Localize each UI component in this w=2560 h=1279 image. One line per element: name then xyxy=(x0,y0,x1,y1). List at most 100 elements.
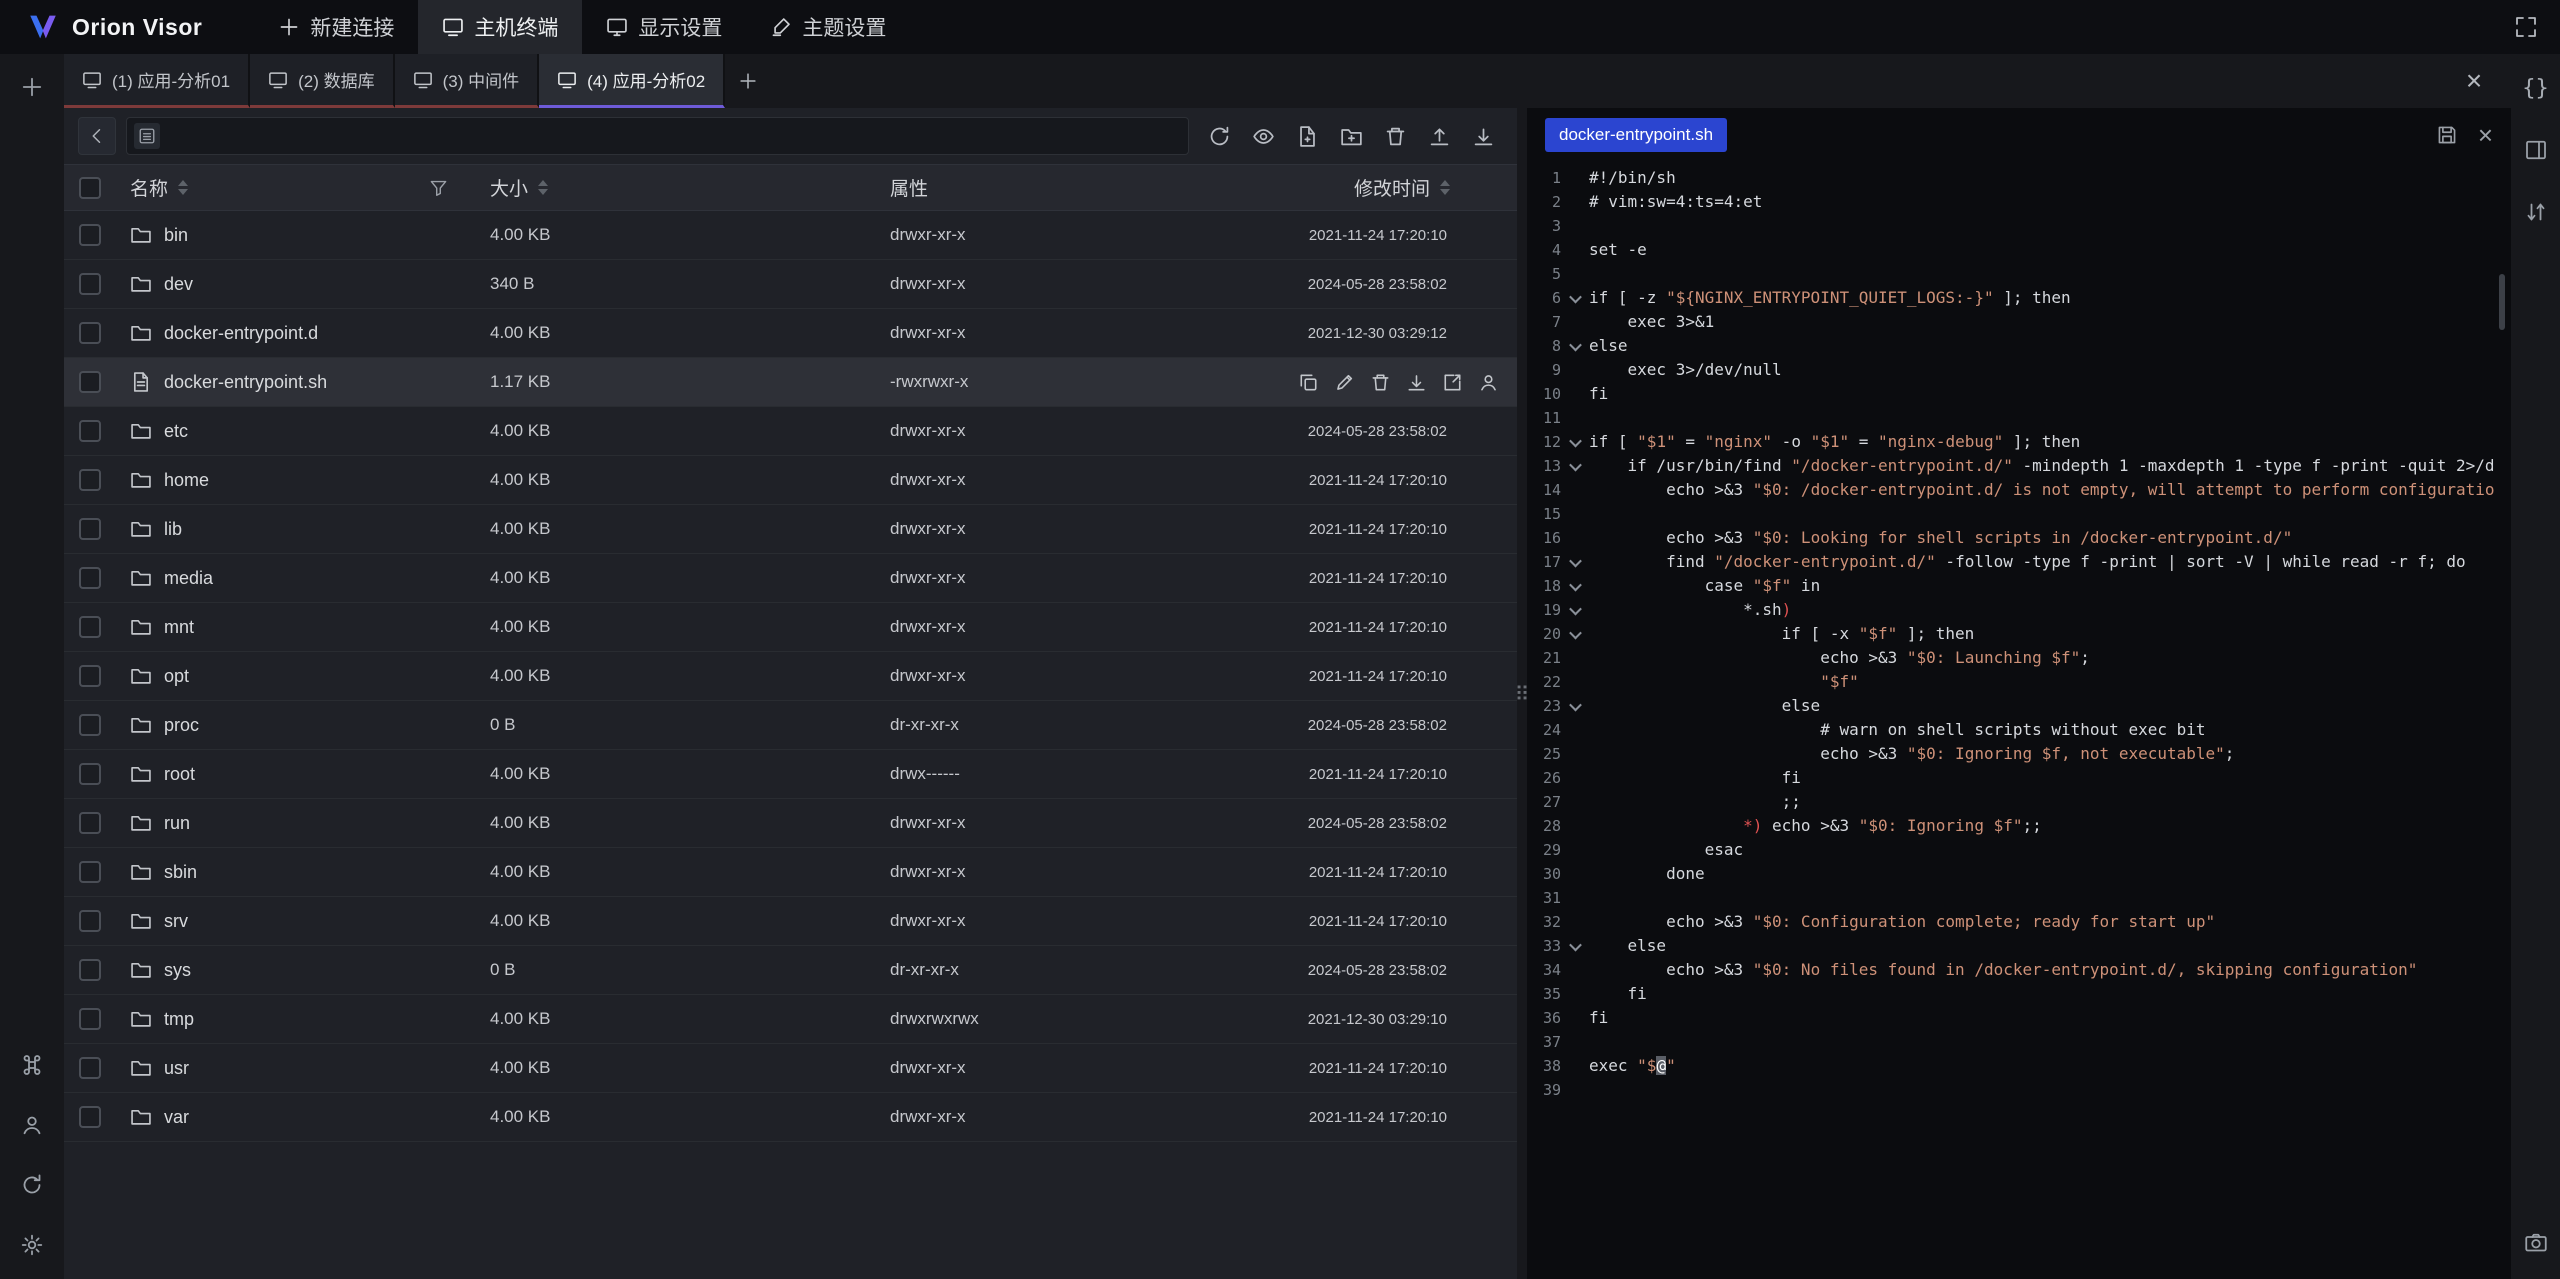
fold-toggle-icon[interactable] xyxy=(1561,574,1589,598)
row-checkbox[interactable] xyxy=(79,469,101,491)
select-all-checkbox[interactable] xyxy=(79,177,101,199)
file-row[interactable]: srv4.00 KBdrwxr-xr-x2021-11-24 17:20:10 xyxy=(64,897,1517,946)
file-row[interactable]: docker-entrypoint.sh1.17 KB-rwxrwxr-x xyxy=(64,358,1517,407)
fullscreen-icon[interactable] xyxy=(2514,15,2538,39)
fold-toggle-icon[interactable] xyxy=(1561,334,1589,358)
session-tab[interactable]: (4) 应用-分析02 xyxy=(539,54,725,108)
code-text: exec 3>/dev/null xyxy=(1589,358,1782,382)
braces-icon[interactable]: {} xyxy=(2516,68,2556,108)
file-row[interactable]: mnt4.00 KBdrwxr-xr-x2021-11-24 17:20:10 xyxy=(64,603,1517,652)
row-checkbox[interactable] xyxy=(79,763,101,785)
row-checkbox[interactable] xyxy=(79,371,101,393)
save-icon[interactable] xyxy=(2436,124,2458,146)
row-checkbox[interactable] xyxy=(79,1057,101,1079)
fold-toggle-icon[interactable] xyxy=(1561,454,1589,478)
back-button[interactable] xyxy=(78,117,116,155)
nav-item[interactable]: 主机终端 xyxy=(418,0,582,54)
nav-item[interactable]: 新建连接 xyxy=(254,0,418,54)
editor-scrollbar[interactable] xyxy=(2499,274,2505,330)
fold-toggle-icon[interactable] xyxy=(1561,934,1589,958)
swap-vertical-icon[interactable] xyxy=(2516,192,2556,232)
row-checkbox[interactable] xyxy=(79,861,101,883)
fold-toggle-icon[interactable] xyxy=(1561,694,1589,718)
session-tab[interactable]: (3) 中间件 xyxy=(395,54,540,108)
row-checkbox[interactable] xyxy=(79,567,101,589)
file-row[interactable]: opt4.00 KBdrwxr-xr-x2021-11-24 17:20:10 xyxy=(64,652,1517,701)
code-line: 13 if /usr/bin/find "/docker-entrypoint.… xyxy=(1527,454,2511,478)
row-checkbox[interactable] xyxy=(79,665,101,687)
preview-icon[interactable] xyxy=(1243,116,1283,156)
sort-size-icon[interactable] xyxy=(538,180,548,195)
contacts-icon[interactable] xyxy=(12,1105,52,1145)
line-number: 38 xyxy=(1527,1054,1561,1078)
permission-icon[interactable] xyxy=(1478,372,1499,393)
download-icon[interactable] xyxy=(1406,372,1427,393)
delete-icon[interactable] xyxy=(1375,116,1415,156)
editor-file-tab[interactable]: docker-entrypoint.sh xyxy=(1545,118,1727,152)
file-row[interactable]: sys0 Bdr-xr-xr-x2024-05-28 23:58:02 xyxy=(64,946,1517,995)
sort-mtime-icon[interactable] xyxy=(1440,180,1450,195)
file-row[interactable]: bin4.00 KBdrwxr-xr-x2021-11-24 17:20:10 xyxy=(64,211,1517,260)
file-row[interactable]: sbin4.00 KBdrwxr-xr-x2021-11-24 17:20:10 xyxy=(64,848,1517,897)
path-input[interactable] xyxy=(170,125,1181,147)
edit-icon[interactable] xyxy=(1334,372,1355,393)
sync-icon[interactable] xyxy=(12,1165,52,1205)
file-row[interactable]: docker-entrypoint.d4.00 KBdrwxr-xr-x2021… xyxy=(64,309,1517,358)
row-checkbox[interactable] xyxy=(79,420,101,442)
move-icon[interactable] xyxy=(1442,372,1463,393)
row-checkbox[interactable] xyxy=(79,518,101,540)
fold-toggle-icon[interactable] xyxy=(1561,622,1589,646)
row-checkbox[interactable] xyxy=(79,1008,101,1030)
row-checkbox[interactable] xyxy=(79,714,101,736)
new-file-icon[interactable] xyxy=(1287,116,1327,156)
sort-name-icon[interactable] xyxy=(178,180,188,195)
copy-icon[interactable] xyxy=(1298,372,1319,393)
file-row[interactable]: media4.00 KBdrwxr-xr-x2021-11-24 17:20:1… xyxy=(64,554,1517,603)
settings-gear-icon[interactable] xyxy=(12,1225,52,1265)
row-checkbox[interactable] xyxy=(79,322,101,344)
new-terminal-icon[interactable] xyxy=(12,67,52,107)
panel-layout-icon[interactable] xyxy=(2516,130,2556,170)
file-row[interactable]: tmp4.00 KBdrwxrwxrwx2021-12-30 03:29:10 xyxy=(64,995,1517,1044)
row-checkbox[interactable] xyxy=(79,616,101,638)
file-row[interactable]: dev340 Bdrwxr-xr-x2024-05-28 23:58:02 xyxy=(64,260,1517,309)
row-checkbox[interactable] xyxy=(79,959,101,981)
file-row[interactable]: home4.00 KBdrwxr-xr-x2021-11-24 17:20:10 xyxy=(64,456,1517,505)
new-folder-icon[interactable] xyxy=(1331,116,1371,156)
line-number: 17 xyxy=(1527,550,1561,574)
panel-splitter[interactable]: ⠿ xyxy=(1517,108,1527,1279)
path-menu-icon[interactable] xyxy=(134,123,160,149)
nav-item[interactable]: 显示设置 xyxy=(582,0,746,54)
screenshot-icon[interactable] xyxy=(2516,1223,2556,1263)
code-line: 22 "$f" xyxy=(1527,670,2511,694)
row-checkbox[interactable] xyxy=(79,812,101,834)
file-row[interactable]: run4.00 KBdrwxr-xr-x2024-05-28 23:58:02 xyxy=(64,799,1517,848)
nav-item[interactable]: 主题设置 xyxy=(746,0,910,54)
fold-toggle-icon[interactable] xyxy=(1561,286,1589,310)
row-checkbox[interactable] xyxy=(79,224,101,246)
upload-icon[interactable] xyxy=(1419,116,1459,156)
fold-toggle-icon[interactable] xyxy=(1561,598,1589,622)
row-checkbox[interactable] xyxy=(79,1106,101,1128)
file-row[interactable]: etc4.00 KBdrwxr-xr-x2024-05-28 23:58:02 xyxy=(64,407,1517,456)
filter-icon[interactable] xyxy=(429,178,448,197)
close-editor-icon[interactable]: × xyxy=(2478,122,2493,148)
line-number: 6 xyxy=(1527,286,1561,310)
session-tab[interactable]: (2) 数据库 xyxy=(250,54,395,108)
row-checkbox[interactable] xyxy=(79,273,101,295)
add-session-icon[interactable] xyxy=(725,54,771,108)
fold-toggle-icon[interactable] xyxy=(1561,430,1589,454)
fold-toggle-icon[interactable] xyxy=(1561,550,1589,574)
close-panel-icon[interactable]: × xyxy=(2451,54,2497,108)
file-row[interactable]: var4.00 KBdrwxr-xr-x2021-11-24 17:20:10 xyxy=(64,1093,1517,1142)
session-tab[interactable]: (1) 应用-分析01 xyxy=(64,54,250,108)
file-row[interactable]: root4.00 KBdrwx------2021-11-24 17:20:10 xyxy=(64,750,1517,799)
row-checkbox[interactable] xyxy=(79,910,101,932)
download-icon[interactable] xyxy=(1463,116,1503,156)
delete-icon[interactable] xyxy=(1370,372,1391,393)
command-icon[interactable] xyxy=(12,1045,52,1085)
refresh-icon[interactable] xyxy=(1199,116,1239,156)
file-row[interactable]: usr4.00 KBdrwxr-xr-x2021-11-24 17:20:10 xyxy=(64,1044,1517,1093)
file-row[interactable]: lib4.00 KBdrwxr-xr-x2021-11-24 17:20:10 xyxy=(64,505,1517,554)
file-row[interactable]: proc0 Bdr-xr-xr-x2024-05-28 23:58:02 xyxy=(64,701,1517,750)
